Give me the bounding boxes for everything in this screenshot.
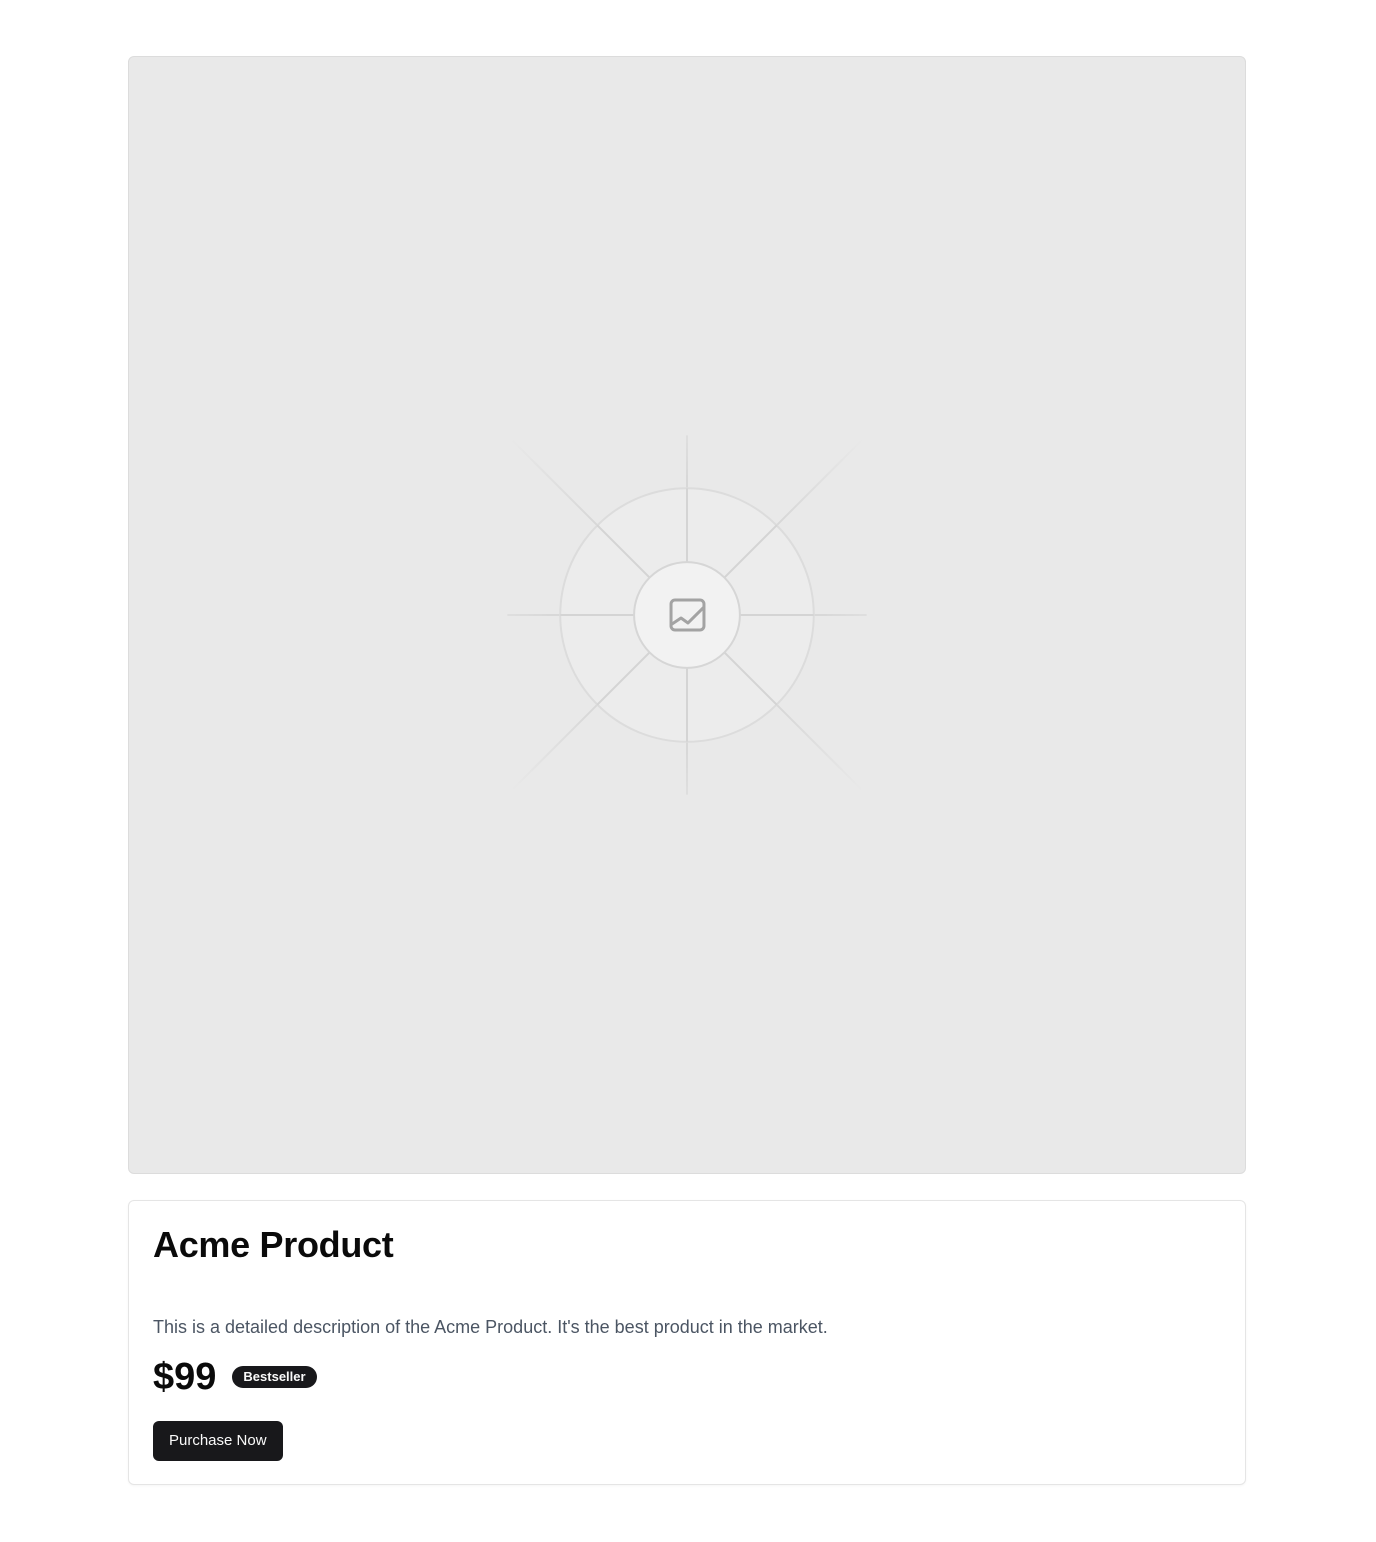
product-description: This is a detailed description of the Ac…: [153, 1317, 828, 1337]
product-price: $99: [153, 1356, 217, 1398]
bestseller-badge: Bestseller: [232, 1366, 317, 1388]
product-page: Acme Product This is a detailed descript…: [0, 0, 1376, 1542]
placeholder-graphic: [507, 435, 867, 795]
price-row: $99 Bestseller: [153, 1355, 317, 1399]
inner-circle: [633, 561, 741, 669]
purchase-now-button[interactable]: Purchase Now: [153, 1421, 283, 1461]
product-title: Acme Product: [153, 1224, 394, 1265]
product-info-card: Acme Product This is a detailed descript…: [128, 1200, 1246, 1485]
product-image-placeholder: [128, 56, 1246, 1174]
